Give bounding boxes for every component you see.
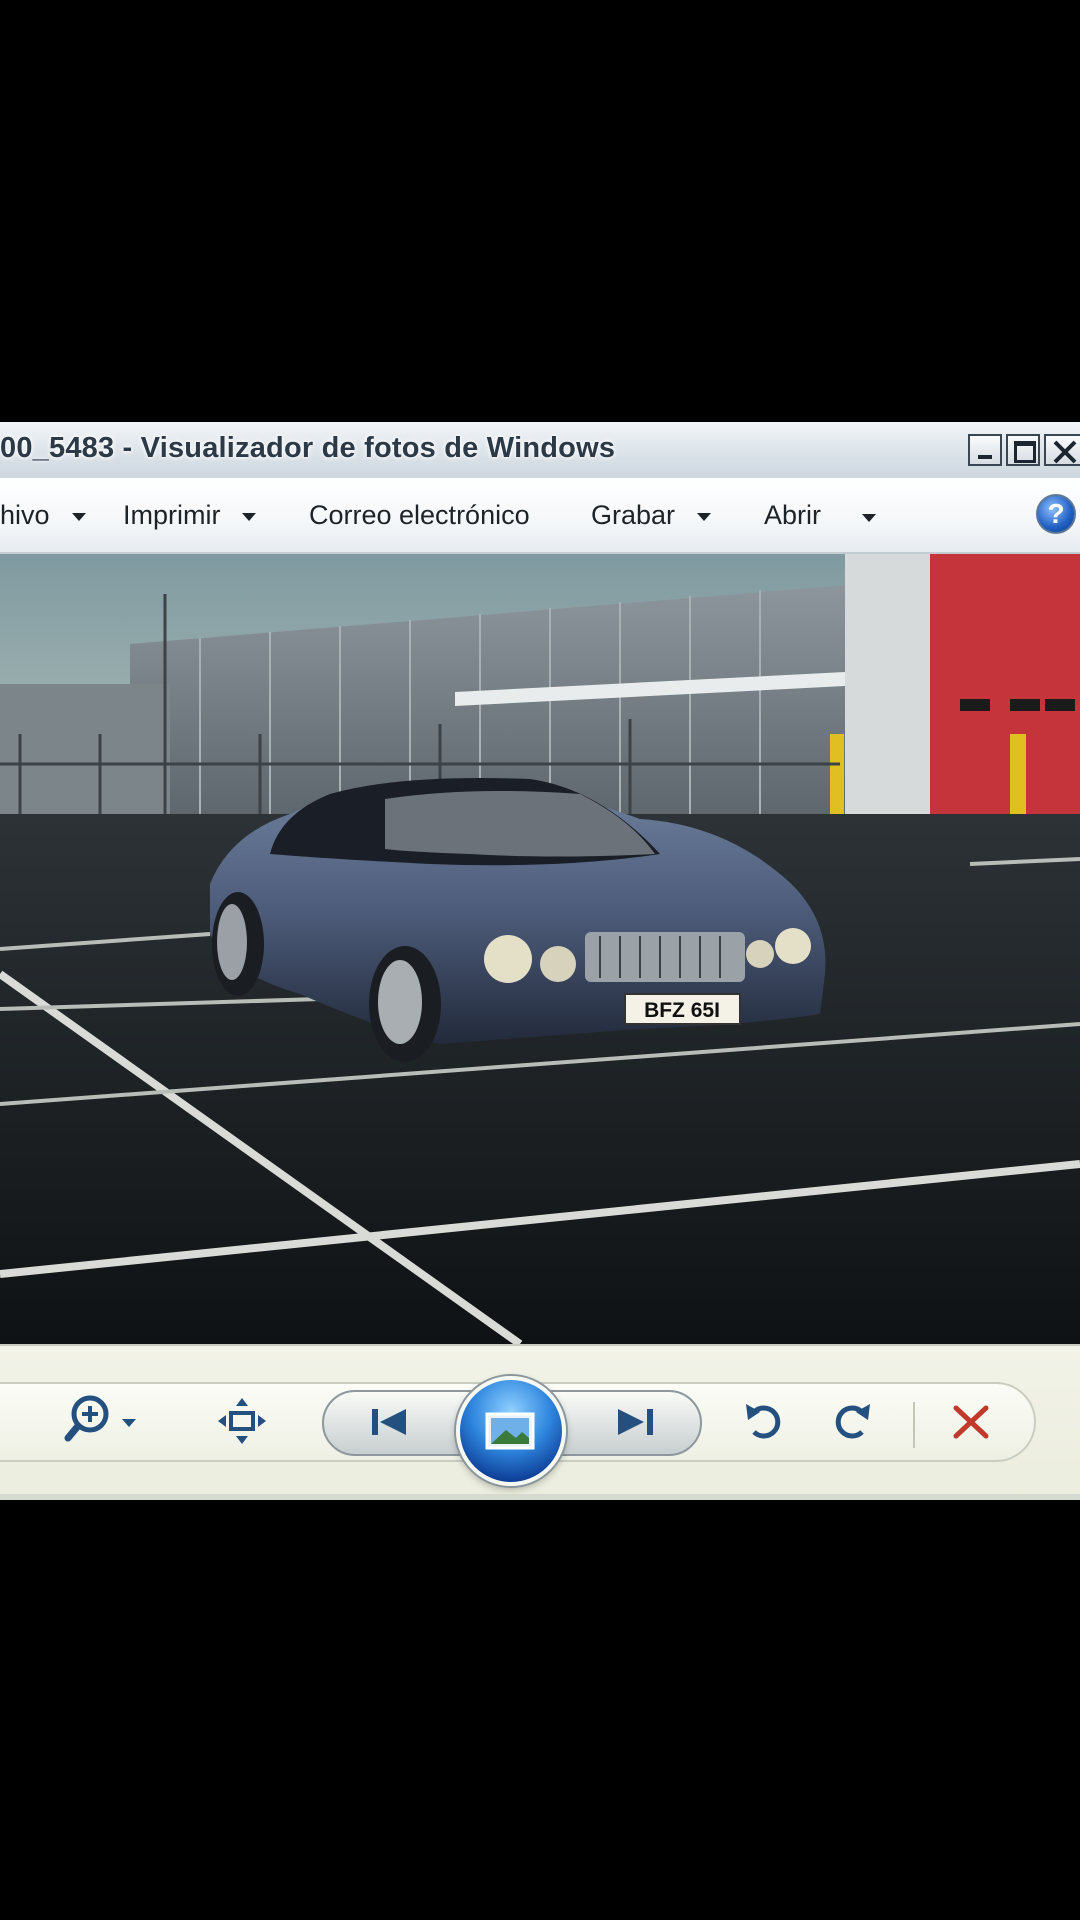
maximize-button[interactable] [1006,434,1040,466]
previous-button[interactable] [358,1382,428,1462]
photo-display[interactable]: BFZ 65I [0,554,1080,1344]
chevron-down-icon[interactable] [862,514,876,522]
slideshow-button[interactable] [456,1376,566,1486]
menu-grabar[interactable]: Grabar [591,500,712,531]
rotate-right-button[interactable] [826,1382,876,1462]
menu-imprimir-label: Imprimir [123,500,221,530]
menu-grabar-label: Grabar [591,500,676,530]
menu-correo-label: Correo electrónico [309,500,530,530]
title-bar[interactable]: 00_5483 - Visualizador de fotos de Windo… [0,422,1080,479]
minimize-button[interactable] [968,434,1002,466]
close-icon [1053,440,1077,464]
menu-archivo-label: hivo [0,500,50,530]
delete-button[interactable] [944,1382,998,1462]
chevron-down-icon [697,512,712,521]
toolbar-edge [0,1494,1080,1500]
next-button[interactable] [602,1382,672,1462]
car-photo: BFZ 65I [0,554,1080,1344]
menu-imprimir[interactable]: Imprimir [123,500,257,531]
command-bar: hivo Imprimir Correo electrónico Grabar … [0,478,1080,608]
zoom-button[interactable] [60,1382,150,1462]
zoom-icon [64,1395,136,1442]
menu-abrir-label: Abrir [764,500,822,530]
photo-viewer-window: 00_5483 - Visualizador de fotos de Windo… [0,422,1080,1500]
fit-window-icon [218,1398,266,1444]
close-button[interactable] [1044,434,1080,466]
toolbar-divider [913,1402,915,1448]
previous-icon [372,1409,406,1435]
help-glyph: ? [1047,498,1065,529]
slideshow-icon [485,1412,535,1450]
menu-abrir[interactable]: Abrir [764,500,821,531]
rotate-left-button[interactable] [740,1382,790,1462]
next-icon [618,1409,653,1435]
delete-icon [953,1405,989,1439]
rotate-left-icon [746,1404,781,1439]
menu-correo[interactable]: Correo electrónico [309,500,530,531]
window-title: 00_5483 - Visualizador de fotos de Windo… [0,432,616,464]
fit-window-button[interactable] [212,1382,272,1462]
chevron-down-icon [71,512,86,521]
viewer-toolbar [0,1344,1080,1500]
help-icon[interactable]: ? [1036,494,1076,534]
menu-archivo[interactable]: hivo [0,500,86,531]
rotate-right-icon [835,1404,870,1439]
license-plate: BFZ 65I [644,999,720,1022]
chevron-down-icon [242,512,257,521]
